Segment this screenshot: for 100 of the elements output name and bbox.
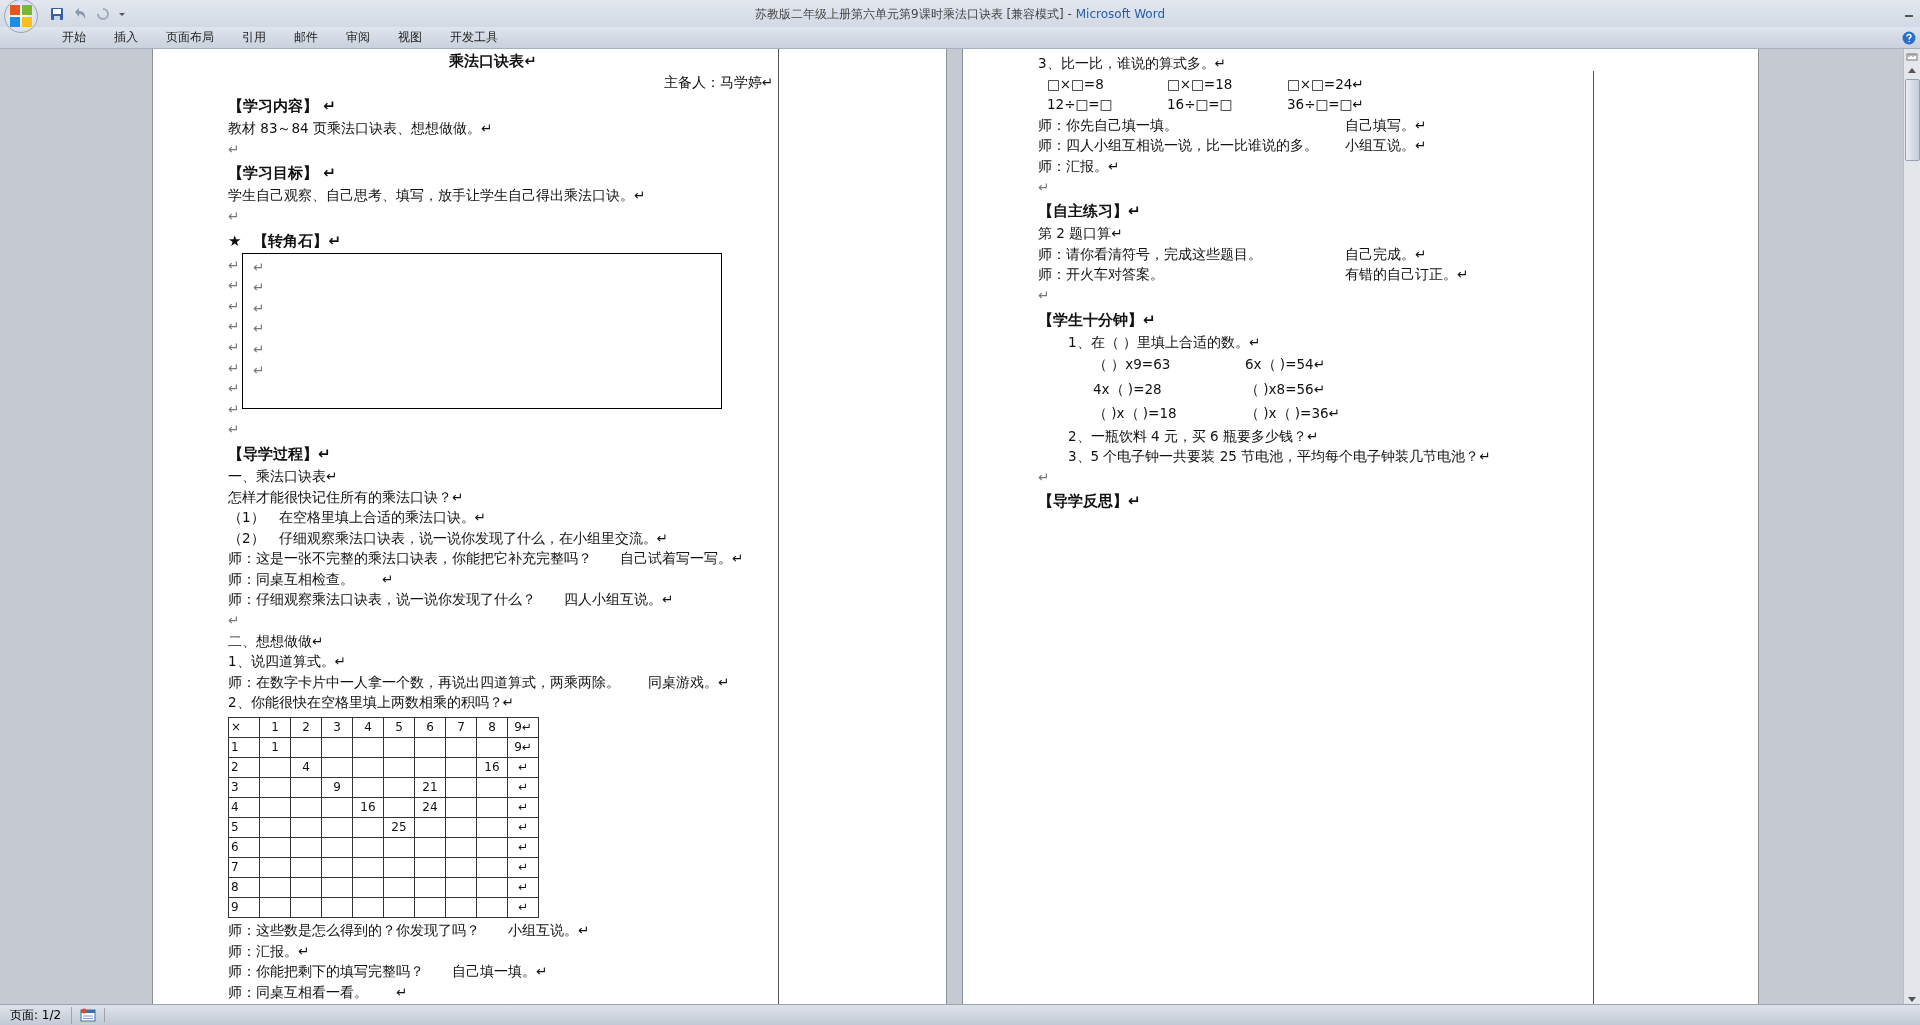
paragraph-mark: ↵ [228, 207, 240, 224]
section-heading: 【导学反思】↵ [1038, 491, 1141, 513]
teacher-line: 师：你能把剩下的填写完整吗？ [228, 962, 424, 982]
help-icon[interactable] [1902, 30, 1916, 45]
table-cell [352, 757, 384, 778]
table-cell: 2 [290, 717, 322, 738]
table-cell [414, 897, 446, 918]
office-logo-button[interactable] [4, 0, 38, 33]
paragraph-mark: ↵ [228, 379, 241, 399]
student-activity: 自己完成。↵ [1345, 244, 1427, 264]
table-cell: 5 [383, 717, 415, 738]
paragraph-text: （1） 在空格里填上合适的乘法口诀。↵ [228, 509, 486, 526]
scroll-thumb[interactable] [1904, 79, 1920, 161]
table-cell [259, 877, 291, 898]
table-cell [321, 837, 353, 858]
table-cell: 5 [228, 817, 260, 838]
table-cell [383, 897, 415, 918]
paragraph-mark: ↵ [228, 317, 241, 337]
table-cell [414, 757, 446, 778]
table-cell [445, 757, 477, 778]
table-cell: 7 [228, 857, 260, 878]
table-cell [414, 737, 446, 758]
vertical-scrollbar[interactable] [1903, 49, 1920, 1004]
table-cell: 9 [228, 897, 260, 918]
equation-text: 36÷□=□↵ [1287, 95, 1365, 115]
ribbon-tab[interactable]: 插入 [100, 29, 152, 46]
table-cell: 24 [414, 797, 446, 818]
teacher-line: 师：请你看清符号，完成这些题目。 [1038, 244, 1263, 264]
table-cell: 4 [228, 797, 260, 818]
section-heading: 【学习内容】 ↵ [228, 96, 336, 118]
table-cell: 9 [321, 777, 353, 798]
scroll-up-icon[interactable] [1907, 66, 1917, 74]
paragraph-text: 1、说四道算式。↵ [228, 653, 346, 670]
paragraph-mark: ↵ [228, 140, 240, 157]
table-cell [259, 777, 291, 798]
table-cell: 2 [228, 757, 260, 778]
table-cell: 8 [476, 717, 508, 738]
table-cell: 1 [259, 737, 291, 758]
ribbon-tab[interactable]: 开始 [48, 29, 100, 46]
table-cell [383, 797, 415, 818]
equation-text: 12÷□=□ [1047, 95, 1114, 115]
table-cell [414, 877, 446, 898]
table-cell [290, 737, 322, 758]
paragraph-text: 2、你能很快在空格里填上两数相乘的积吗？↵ [228, 694, 514, 711]
question-text: 1、在（ ）里填上合适的数。↵ [1068, 333, 1261, 350]
student-activity: ↵ [382, 569, 394, 589]
table-cell [352, 817, 384, 838]
table-cell [352, 737, 384, 758]
teacher-line: 师：仔细观察乘法口诀表，说一说你发现了什么？ [228, 590, 536, 610]
student-activity: 自己填写。↵ [1345, 115, 1427, 135]
ribbon-tab[interactable]: 页面布局 [152, 29, 228, 46]
table-cell [445, 797, 477, 818]
table-cell [290, 857, 322, 878]
table-cell: 9↵ [507, 737, 539, 758]
table-cell: ↵ [507, 837, 539, 858]
table-cell: 21 [414, 777, 446, 798]
table-cell: 4 [352, 717, 384, 738]
student-activity: 有错的自己订正。↵ [1345, 265, 1469, 285]
table-cell [321, 817, 353, 838]
ribbon-tab[interactable]: 审阅 [332, 29, 384, 46]
paragraph-mark: ↵ [228, 276, 241, 296]
ribbon-tab[interactable]: 视图 [384, 29, 436, 46]
table-cell [352, 877, 384, 898]
equation-text: （ ）x9=63 [1093, 355, 1172, 375]
table-cell: 8 [228, 877, 260, 898]
ribbon-tab[interactable]: 开发工具 [436, 29, 512, 46]
window-title: 苏教版二年级上册第六单元第9课时乘法口诀表 [兼容模式] - Microsoft Word [754, 6, 1166, 23]
paragraph-mark: ↵ [228, 296, 241, 316]
document-icon[interactable] [80, 1008, 97, 1022]
table-cell: ↵ [507, 797, 539, 818]
equation-text: 4x（ )=28 [1093, 379, 1163, 399]
table-cell [445, 897, 477, 918]
table-cell [290, 817, 322, 838]
table-cell: 16 [352, 797, 384, 818]
teacher-line: 师：四人小组互相说一说，比一比谁说的多。 [1038, 136, 1319, 156]
table-cell [383, 857, 415, 878]
author-line: 主备人：马学婷↵ [663, 73, 773, 90]
equation-text: □×□=8 [1047, 74, 1105, 94]
table-cell: 25 [383, 817, 415, 838]
save-icon[interactable] [50, 6, 64, 21]
table-cell [290, 837, 322, 858]
paragraph-text: 一、乘法口诀表↵ [228, 467, 338, 484]
paragraph-mark: ↵ [253, 278, 266, 298]
table-cell [445, 857, 477, 878]
question-text: 2、一瓶饮料 4 元，买 6 瓶要多少钱？↵ [1068, 427, 1319, 444]
table-cell [290, 797, 322, 818]
table-cell [321, 857, 353, 878]
table-cell: 9↵ [507, 717, 539, 738]
ribbon-tab[interactable]: 邮件 [280, 29, 332, 46]
table-cell [321, 737, 353, 758]
teacher-line: 师：在数字卡片中一人拿一个数，再说出四道算式，两乘两除。 [228, 672, 620, 692]
star-symbol: ★ [228, 230, 242, 252]
section-heading: 【转角石】↵ [253, 230, 342, 252]
page-count[interactable]: 页面: 1/2 [0, 1006, 73, 1024]
ruler-icon[interactable] [1906, 51, 1918, 63]
equation-text: （ )x（ )=36↵ [1245, 404, 1341, 424]
paragraph-text: 3、比一比，谁说的算式多。↵ [1038, 55, 1226, 71]
equation-text: （ )x8=56↵ [1245, 379, 1326, 399]
ribbon-tab[interactable]: 引用 [228, 29, 280, 46]
table-cell [321, 797, 353, 818]
